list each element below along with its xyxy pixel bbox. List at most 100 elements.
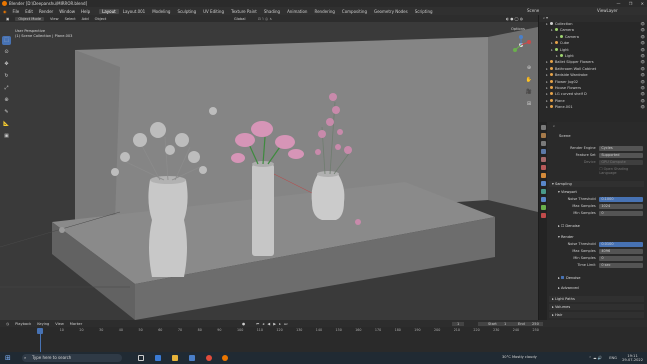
tab-scripting[interactable]: Scripting xyxy=(412,9,436,14)
clock-date[interactable]: 29-07-2022 xyxy=(622,358,643,362)
visibility-icon[interactable]: 👁 xyxy=(640,48,645,52)
visibility-icon[interactable]: 👁 xyxy=(640,86,645,90)
blender-menu-icon[interactable]: ◉ xyxy=(3,9,7,14)
visibility-icon[interactable]: 👁 xyxy=(640,35,645,39)
maximize-button[interactable]: ❐ xyxy=(629,1,633,6)
annotate-tool-icon[interactable]: ✎ xyxy=(2,108,11,117)
light-paths-section[interactable]: ▸ Light Paths xyxy=(549,296,644,302)
minimize-button[interactable]: — xyxy=(616,1,620,6)
tab-shading[interactable]: Shading xyxy=(261,9,283,14)
outliner[interactable]: ⌕ ▾ ▸ Collection 👁 ▸ Camera 👁 ▸ Camera 👁 ▸ Cube 👁 ▸ L… xyxy=(539,15,647,122)
tab-uv-editing[interactable]: UV Editing xyxy=(200,9,227,14)
object-tab-icon[interactable] xyxy=(540,173,546,178)
timeline-editor-icon[interactable]: ◷ xyxy=(6,322,9,326)
world-tab-icon[interactable] xyxy=(540,165,546,170)
viewport-menu-add[interactable]: Add xyxy=(82,17,89,21)
options-dropdown[interactable]: Options xyxy=(511,27,525,31)
visibility-icon[interactable]: 👁 xyxy=(640,22,645,26)
properties-panel[interactable]: ⌕ Scene Render Engine Cycles Feature Set S… xyxy=(539,122,647,352)
viewlayer-selector[interactable]: ViewLayer xyxy=(597,8,618,13)
hair-section[interactable]: ▸ Hair xyxy=(549,312,644,318)
visibility-icon[interactable]: 👁 xyxy=(640,67,645,71)
snap-icon[interactable]: ⊡ ⌇ ◎ ∧ xyxy=(258,17,272,21)
select-box-tool-icon[interactable]: ⬚ xyxy=(2,36,11,45)
expand-icon[interactable]: ▸ xyxy=(546,99,548,103)
visibility-icon[interactable]: 👁 xyxy=(640,99,645,103)
render-noise-threshold-field[interactable]: 0.0100 xyxy=(599,242,643,247)
expand-icon[interactable]: ▸ xyxy=(551,41,553,45)
viewport-menu-view[interactable]: View xyxy=(50,17,59,21)
render-subsection[interactable]: ▾ Render xyxy=(555,234,644,240)
outliner-item[interactable]: ▸ Plane.001 👁 xyxy=(539,105,647,111)
volumes-section[interactable]: ▸ Volumes xyxy=(549,304,644,310)
expand-icon[interactable]: ▸ xyxy=(546,67,548,71)
expand-icon[interactable]: ▸ xyxy=(546,92,548,96)
view-controls[interactable]: ⊕ ✋ 🎥 ⊞ xyxy=(524,62,534,110)
render-denoise-subsection[interactable]: ▸ Denoise xyxy=(555,275,644,281)
close-button[interactable]: ✕ xyxy=(641,1,644,6)
visibility-icon[interactable]: 👁 xyxy=(640,41,645,45)
end-frame-field[interactable]: End 250 xyxy=(508,321,543,326)
weather-widget[interactable]: 30°C Mostly cloudy xyxy=(502,355,537,359)
particles-tab-icon[interactable] xyxy=(540,189,546,194)
time-limit-field[interactable]: 0 sec xyxy=(599,263,643,268)
data-tab-icon[interactable] xyxy=(540,205,546,210)
record-button[interactable]: ● xyxy=(242,322,245,326)
rotate-tool-icon[interactable]: ↻ xyxy=(2,72,11,81)
modifier-tab-icon[interactable] xyxy=(540,181,546,186)
tab-sculpting[interactable]: Sculpting xyxy=(174,9,199,14)
file-explorer-icon[interactable] xyxy=(172,355,178,361)
visibility-icon[interactable]: 👁 xyxy=(640,28,645,32)
timeline-menu-marker[interactable]: Marker xyxy=(70,322,82,326)
mode-selector[interactable]: Object Mode xyxy=(15,16,45,21)
expand-icon[interactable]: ▸ xyxy=(551,48,553,52)
expand-icon[interactable]: ▸ xyxy=(546,86,548,90)
timeline-menu-playback[interactable]: Playback xyxy=(15,322,31,326)
scene-selector[interactable]: Scene xyxy=(527,8,539,13)
windows-start-icon[interactable]: ⊞ xyxy=(5,354,13,362)
3d-viewport[interactable]: User Perspective (1) Scene Collection | … xyxy=(0,22,538,320)
viewport-noise-threshold-field[interactable]: 0.1000 xyxy=(599,197,643,202)
menu-file[interactable]: File xyxy=(13,9,20,14)
menu-help[interactable]: Help xyxy=(81,9,90,14)
feature-set-select[interactable]: Supported xyxy=(599,153,643,158)
language-indicator[interactable]: ENG xyxy=(609,356,617,360)
visibility-icon[interactable]: 👁 xyxy=(640,105,645,109)
tab-animation[interactable]: Animation xyxy=(284,9,310,14)
viewport-menu-select[interactable]: Select xyxy=(65,17,76,21)
device-select[interactable]: GPU Compute xyxy=(599,160,643,165)
move-tool-icon[interactable]: ✥ xyxy=(2,60,11,69)
visibility-icon[interactable]: 👁 xyxy=(640,73,645,77)
visibility-icon[interactable]: 👁 xyxy=(640,92,645,96)
viewport-menu-object[interactable]: Object xyxy=(95,17,107,21)
measure-tool-icon[interactable]: 📐 xyxy=(2,120,11,129)
physics-tab-icon[interactable] xyxy=(540,197,546,202)
navigation-gizmo[interactable] xyxy=(510,34,532,56)
osl-checkbox[interactable]: ☐ Open Shading Language xyxy=(599,167,643,175)
expand-icon[interactable]: ▸ xyxy=(546,105,548,109)
blender-taskbar-icon[interactable] xyxy=(222,355,228,361)
expand-icon[interactable]: ▸ xyxy=(546,80,548,84)
tab-layout-001[interactable]: Layout.001 xyxy=(120,9,149,14)
viewport-min-samples-field[interactable]: 0 xyxy=(599,211,643,216)
expand-icon[interactable]: ▸ xyxy=(546,60,548,64)
timeline-menu-view[interactable]: View xyxy=(55,322,64,326)
system-tray[interactable]: ⌃ ☁ 🔊 ENG 19:11 29-07-2022 xyxy=(589,354,643,362)
properties-search-icon[interactable]: ⌕ xyxy=(553,124,555,128)
render-engine-select[interactable]: Cycles xyxy=(599,146,643,151)
menu-render[interactable]: Render xyxy=(39,9,53,14)
transform-orientation[interactable]: Global xyxy=(234,17,245,21)
tab-texture-paint[interactable]: Texture Paint xyxy=(228,9,260,14)
timeline-ruler[interactable]: 0102030405060708090100110120130140150160… xyxy=(0,328,647,334)
tab-layout[interactable]: Layout xyxy=(99,8,119,14)
render-min-samples-field[interactable]: 0 xyxy=(599,256,643,261)
viewport-max-samples-field[interactable]: 1024 xyxy=(599,204,643,209)
add-cube-tool-icon[interactable]: ▣ xyxy=(2,132,11,141)
cursor-tool-icon[interactable]: ⊙ xyxy=(2,48,11,57)
sampling-section[interactable]: ▾ Sampling xyxy=(549,181,644,187)
transform-tool-icon[interactable]: ⊕ xyxy=(2,96,11,105)
expand-icon[interactable]: ▸ xyxy=(546,22,548,26)
visibility-icon[interactable]: 👁 xyxy=(640,60,645,64)
current-frame-field[interactable]: 1 xyxy=(452,321,465,326)
scene-tab-icon[interactable] xyxy=(540,157,546,162)
